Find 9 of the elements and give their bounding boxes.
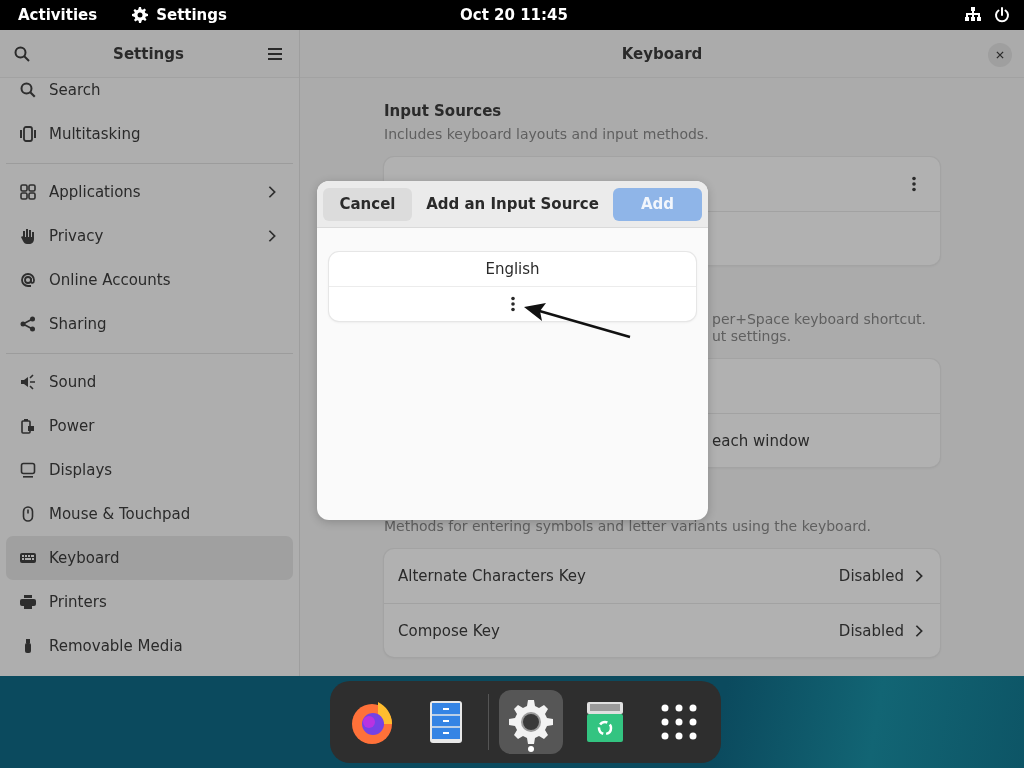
section-description: per+Space keyboard shortcut.	[712, 311, 926, 328]
section-heading: Input Sources	[384, 102, 503, 120]
section-description: Methods for entering symbols and letter variants using the keyboard.	[384, 518, 873, 535]
page-title: Keyboard	[621, 44, 703, 63]
section-description: Includes keyboard layouts and input methods.	[384, 126, 710, 143]
sidebar-title: Settings	[113, 44, 184, 63]
option-label: each window	[712, 431, 810, 450]
dialog-title: Add an Input Source	[425, 195, 600, 213]
section-description: ut settings.	[712, 328, 792, 345]
